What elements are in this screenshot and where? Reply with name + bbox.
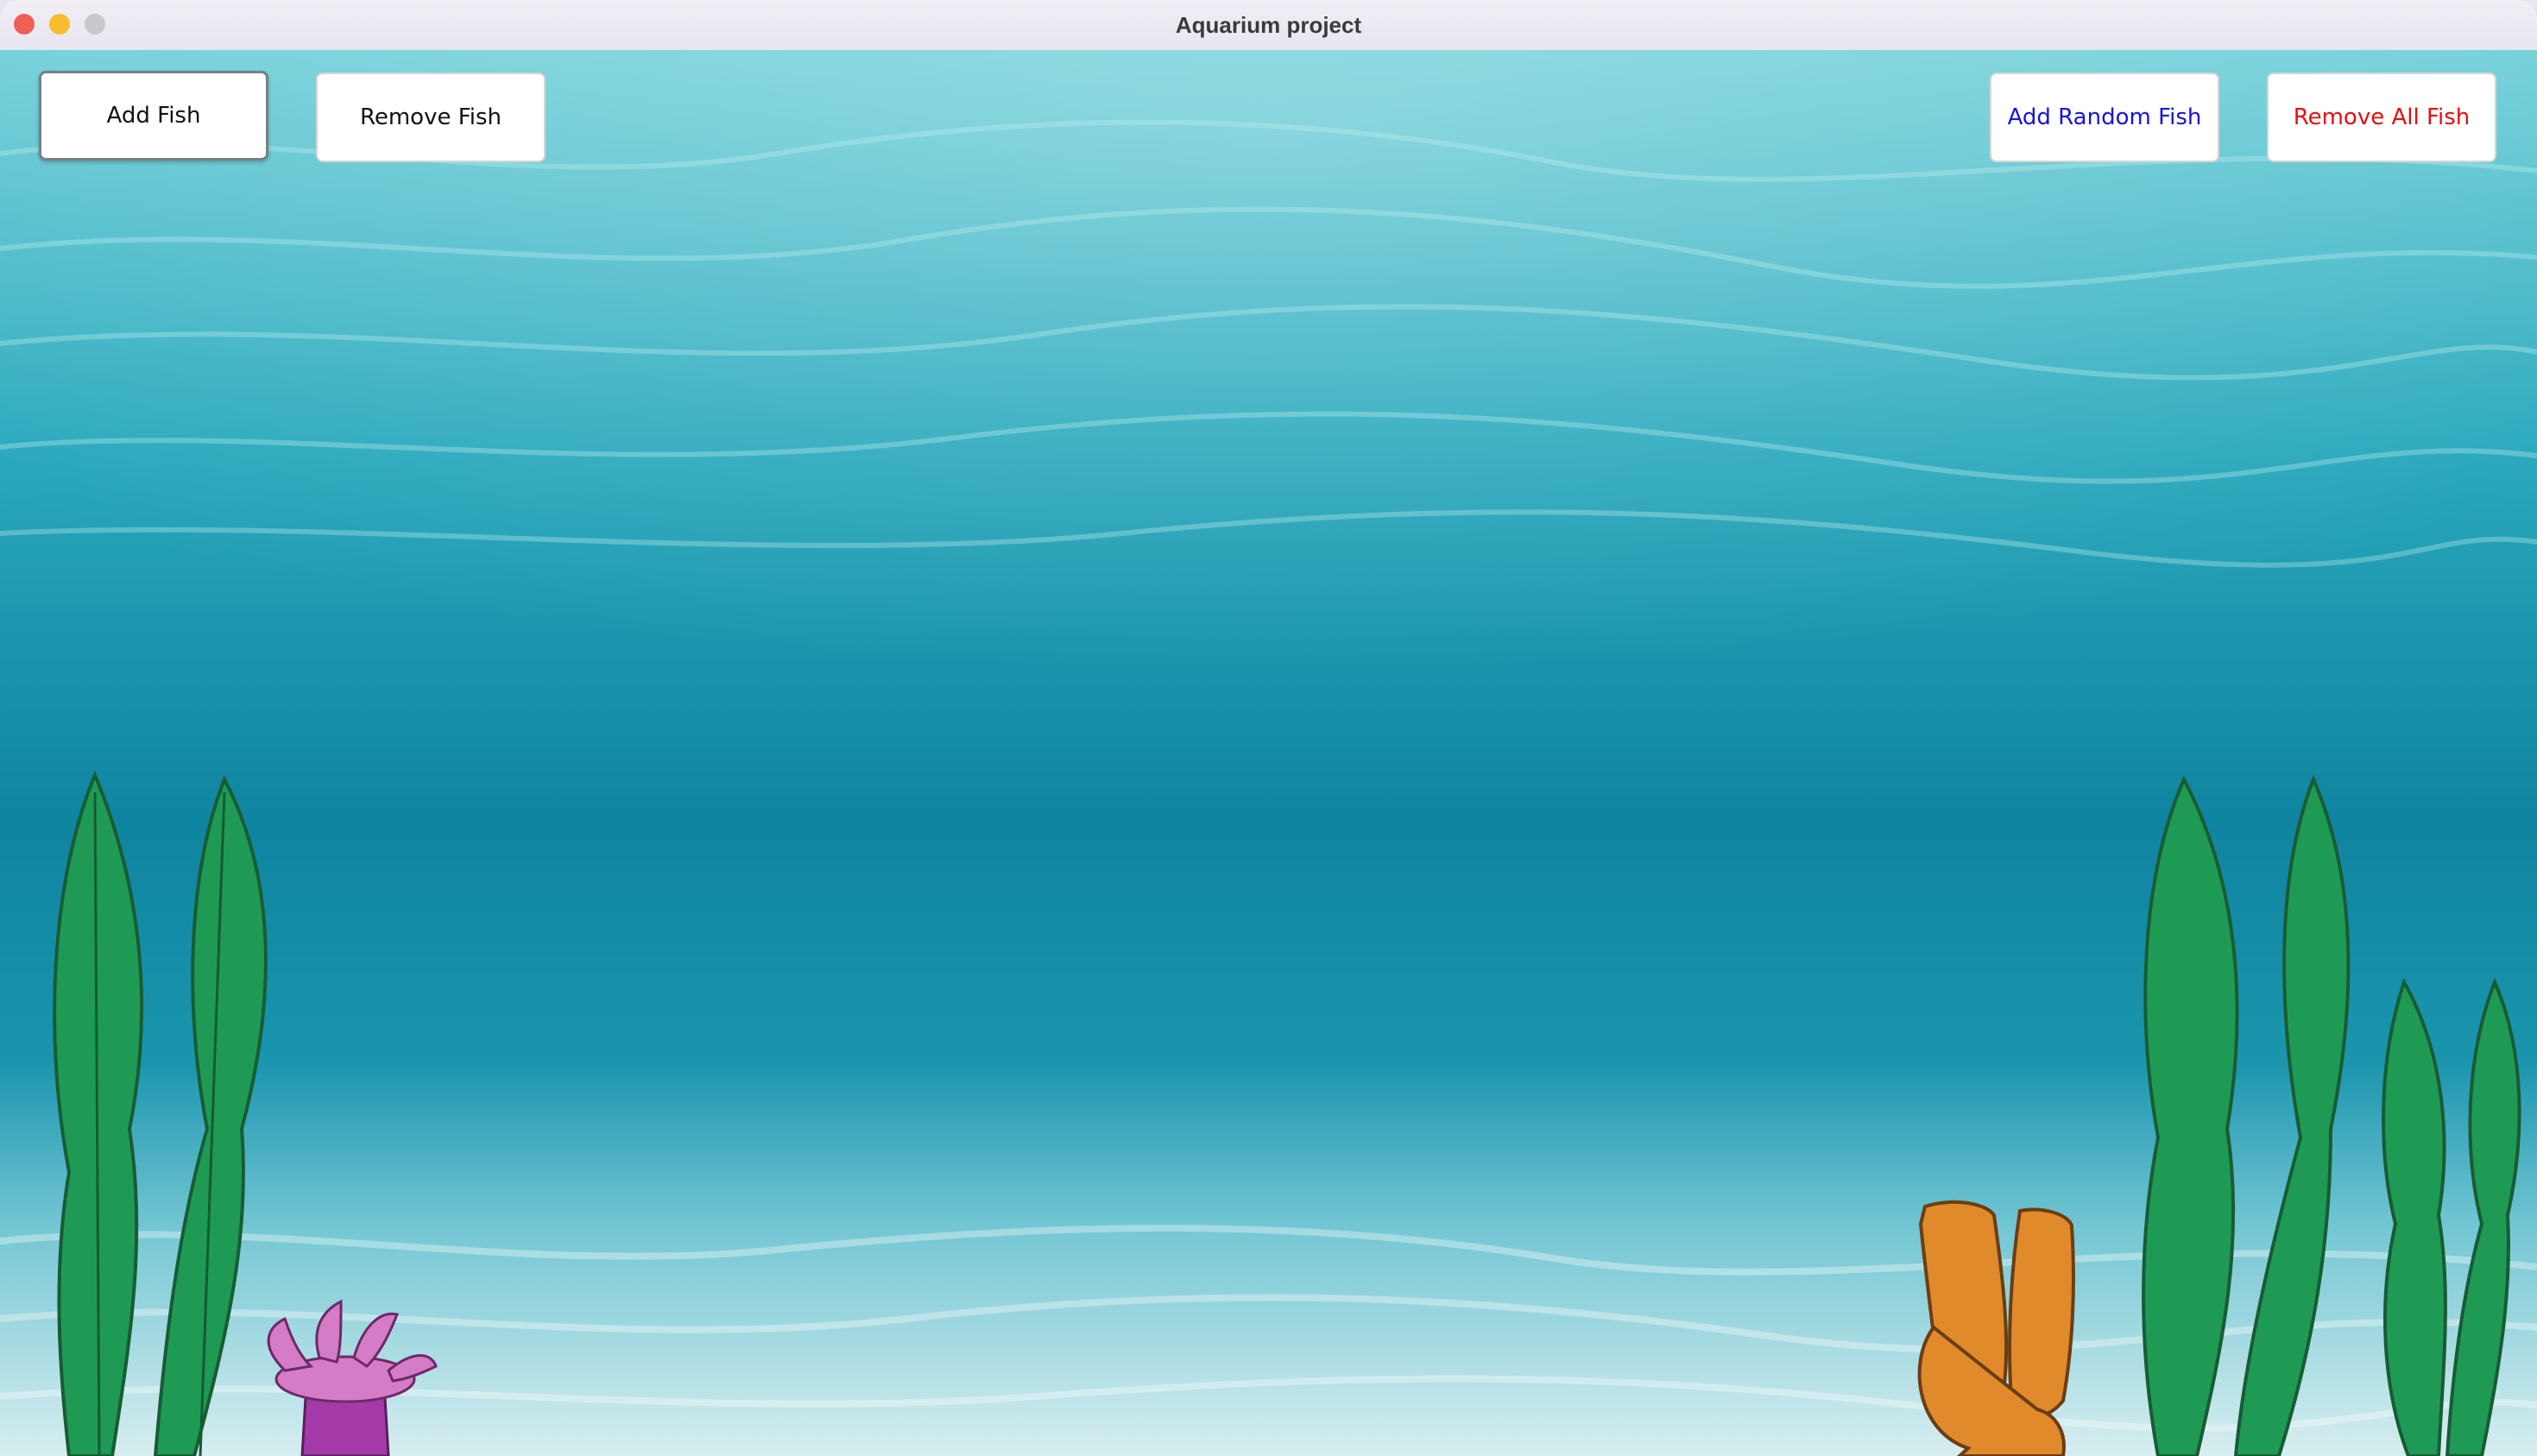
title-bar: Aquarium project <box>0 0 2537 51</box>
sponge-icon <box>1917 1200 2075 1456</box>
app-window: Aquarium project Add Fish Remove Fish Ad… <box>0 0 2537 1456</box>
aquarium-scene[interactable]: Add Fish Remove Fish Add Random Fish Rem… <box>0 50 2537 1456</box>
window-title: Aquarium project <box>1175 12 1362 38</box>
aquarium-background <box>0 50 2537 1456</box>
remove-fish-button[interactable]: Remove Fish <box>316 72 546 162</box>
add-fish-button[interactable]: Add Fish <box>39 71 268 161</box>
add-random-fish-button[interactable]: Add Random Fish <box>1990 72 2219 162</box>
remove-all-fish-button[interactable]: Remove All Fish <box>2267 72 2496 162</box>
